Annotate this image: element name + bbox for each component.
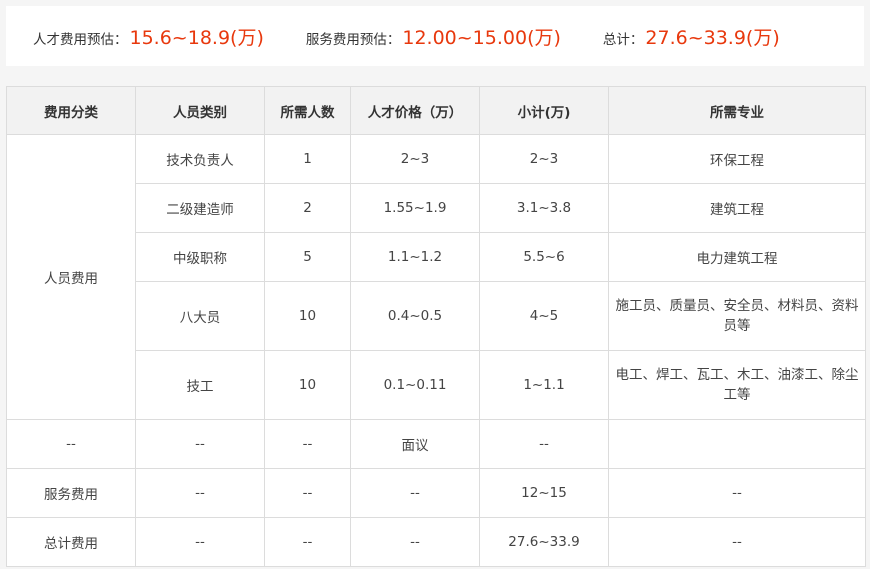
table-row-service: 服务费用 -- -- -- 12~15 -- — [6, 468, 866, 518]
table-row: 八大员 10 0.4~0.5 4~5 施工员、质量员、安全员、材料员、资料员等 — [7, 281, 866, 351]
count-cell: -- — [264, 517, 351, 567]
cost-summary-bar: 人才费用预估： 15.6~18.9(万) 服务费用预估： 12.00~15.00… — [6, 6, 864, 66]
header-required-major: 所需专业 — [608, 86, 866, 135]
table-row: 技工 10 0.1~0.11 1~1.1 电工、焊工、瓦工、木工、油漆工、除尘工… — [7, 350, 866, 420]
role-cell: -- — [135, 468, 265, 518]
subtotal-cell: 2~3 — [479, 134, 609, 184]
major-cell: 电工、焊工、瓦工、木工、油漆工、除尘工等 — [608, 350, 866, 420]
talent-cost-estimate: 人才费用预估： 15.6~18.9(万) — [33, 23, 264, 50]
role-cell: 技术负责人 — [135, 134, 265, 184]
total-cost-estimate: 总计： 27.6~33.9(万) — [603, 23, 780, 50]
service-cost-value: 12.00~15.00(万) — [402, 26, 561, 49]
role-cell: 中级职称 — [135, 232, 265, 282]
price-cell: 1.1~1.2 — [350, 232, 480, 282]
count-cell: 10 — [264, 350, 351, 420]
subtotal-cell: 27.6~33.9 — [479, 517, 609, 567]
price-cell: 面议 — [350, 419, 480, 469]
count-cell: 2 — [264, 183, 351, 233]
subtotal-cell: 5.5~6 — [479, 232, 609, 282]
major-cell: 电力建筑工程 — [608, 232, 866, 282]
count-cell: 1 — [264, 134, 351, 184]
personnel-cost-category: 人员费用 — [6, 134, 136, 420]
major-cell: 建筑工程 — [608, 183, 866, 233]
role-cell: 技工 — [135, 350, 265, 420]
cost-breakdown-table: 费用分类 人员类别 所需人数 人才价格（万） 小计(万) 所需专业 人员费用 技… — [6, 86, 866, 567]
total-cost-label: 总计： — [602, 31, 644, 48]
role-cell: 八大员 — [135, 281, 265, 351]
talent-cost-label: 人才费用预估： — [33, 31, 128, 48]
table-row-negotiable: -- -- -- 面议 -- — [6, 419, 866, 469]
category-cell: 服务费用 — [6, 468, 136, 518]
role-cell: -- — [135, 419, 265, 469]
count-cell: -- — [264, 468, 351, 518]
subtotal-cell: -- — [479, 419, 609, 469]
header-personnel-type: 人员类别 — [135, 86, 265, 135]
role-cell: -- — [135, 517, 265, 567]
major-cell: 环保工程 — [608, 134, 866, 184]
table-row: 二级建造师 2 1.55~1.9 3.1~3.8 建筑工程 — [7, 183, 866, 233]
count-cell: 5 — [264, 232, 351, 282]
major-cell: -- — [608, 517, 866, 567]
header-cost-category: 费用分类 — [6, 86, 136, 135]
service-cost-label: 服务费用预估： — [305, 31, 401, 48]
price-cell: 0.4~0.5 — [350, 281, 480, 351]
count-cell: 10 — [264, 281, 351, 351]
price-cell: 1.55~1.9 — [350, 183, 480, 233]
subtotal-cell: 4~5 — [479, 281, 609, 351]
role-cell: 二级建造师 — [135, 183, 265, 233]
table-row-total: 总计费用 -- -- -- 27.6~33.9 -- — [6, 517, 866, 567]
major-cell: 施工员、质量员、安全员、材料员、资料员等 — [608, 281, 866, 351]
price-cell: 2~3 — [350, 134, 480, 184]
major-cell: -- — [608, 468, 866, 518]
total-cost-value: 27.6~33.9(万) — [645, 26, 780, 49]
table-row: 中级职称 5 1.1~1.2 5.5~6 电力建筑工程 — [7, 232, 866, 282]
header-headcount: 所需人数 — [264, 86, 351, 135]
price-cell: -- — [350, 468, 480, 518]
talent-cost-value: 15.6~18.9(万) — [129, 26, 264, 49]
price-cell: -- — [350, 517, 480, 567]
table-header-row: 费用分类 人员类别 所需人数 人才价格（万） 小计(万) 所需专业 — [6, 86, 866, 135]
count-cell: -- — [264, 419, 351, 469]
header-subtotal: 小计(万) — [479, 86, 609, 135]
category-cell: 总计费用 — [6, 517, 136, 567]
category-cell: -- — [6, 419, 136, 469]
table-row: 人员费用 技术负责人 1 2~3 2~3 环保工程 — [6, 134, 866, 420]
subtotal-cell: 12~15 — [479, 468, 609, 518]
header-talent-price: 人才价格（万） — [350, 86, 480, 135]
subtotal-cell: 3.1~3.8 — [479, 183, 609, 233]
subtotal-cell: 1~1.1 — [479, 350, 609, 420]
price-cell: 0.1~0.11 — [350, 350, 480, 420]
major-cell — [608, 419, 866, 469]
service-cost-estimate: 服务费用预估： 12.00~15.00(万) — [306, 23, 561, 50]
